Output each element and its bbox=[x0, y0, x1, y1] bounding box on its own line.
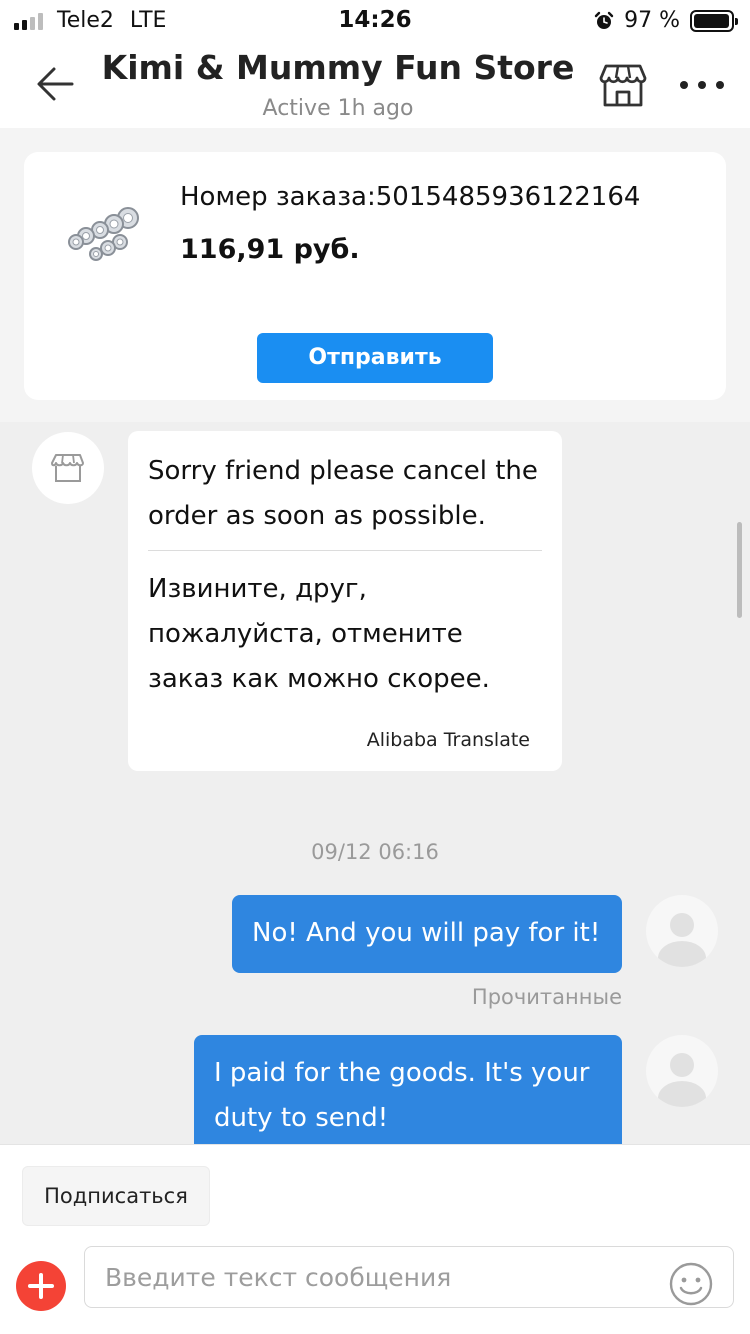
order-price: 116,91 руб. bbox=[180, 234, 360, 265]
scrollbar[interactable] bbox=[737, 522, 742, 618]
active-status: Active 1h ago bbox=[262, 96, 414, 121]
order-area: Номер заказа:5015485936122164 116,91 руб… bbox=[0, 128, 750, 422]
store-avatar[interactable] bbox=[32, 432, 104, 504]
chat-header: Kimi & Mummy Fun Store Active 1h ago bbox=[0, 42, 750, 128]
message-timestamp: 09/12 06:16 bbox=[311, 840, 439, 864]
store-title[interactable]: Kimi & Mummy Fun Store bbox=[0, 48, 676, 87]
order-number: Номер заказа:5015485936122164 bbox=[180, 182, 641, 212]
incoming-message-text: Sorry friend please cancel the order as … bbox=[148, 456, 538, 531]
emoji-icon[interactable] bbox=[668, 1261, 714, 1307]
store-avatar-icon bbox=[51, 454, 84, 482]
user-avatar bbox=[646, 1035, 718, 1107]
send-order-button[interactable]: Отправить bbox=[257, 333, 493, 383]
composer-area: Подписаться bbox=[0, 1144, 750, 1334]
product-image bbox=[68, 207, 139, 261]
chat-messages[interactable]: Sorry friend please cancel the order as … bbox=[0, 422, 750, 1144]
more-icon[interactable] bbox=[680, 78, 724, 92]
user-avatar bbox=[646, 895, 718, 967]
battery-percent: 97 % bbox=[624, 8, 680, 33]
subscribe-button[interactable]: Подписаться bbox=[22, 1166, 210, 1226]
read-status: Прочитанные bbox=[471, 985, 622, 1009]
incoming-message[interactable]: Sorry friend please cancel the order as … bbox=[128, 431, 562, 771]
add-attachment-icon[interactable] bbox=[16, 1261, 66, 1311]
order-card[interactable]: Номер заказа:5015485936122164 116,91 руб… bbox=[24, 152, 726, 400]
outgoing-message[interactable]: I paid for the goods. It's your duty to … bbox=[194, 1035, 622, 1144]
status-bar: Tele2 LTE 14:26 97 % bbox=[0, 0, 750, 42]
store-icon[interactable] bbox=[598, 62, 648, 108]
outgoing-message[interactable]: No! And you will pay for it! bbox=[232, 895, 622, 973]
alarm-icon bbox=[594, 11, 614, 29]
incoming-message-translation: Извините, друг, пожалуйста, отмените зак… bbox=[148, 574, 490, 694]
translation-divider bbox=[148, 550, 542, 551]
message-input[interactable] bbox=[84, 1246, 734, 1308]
battery-icon bbox=[690, 9, 738, 32]
translator-label: Alibaba Translate bbox=[366, 729, 530, 751]
